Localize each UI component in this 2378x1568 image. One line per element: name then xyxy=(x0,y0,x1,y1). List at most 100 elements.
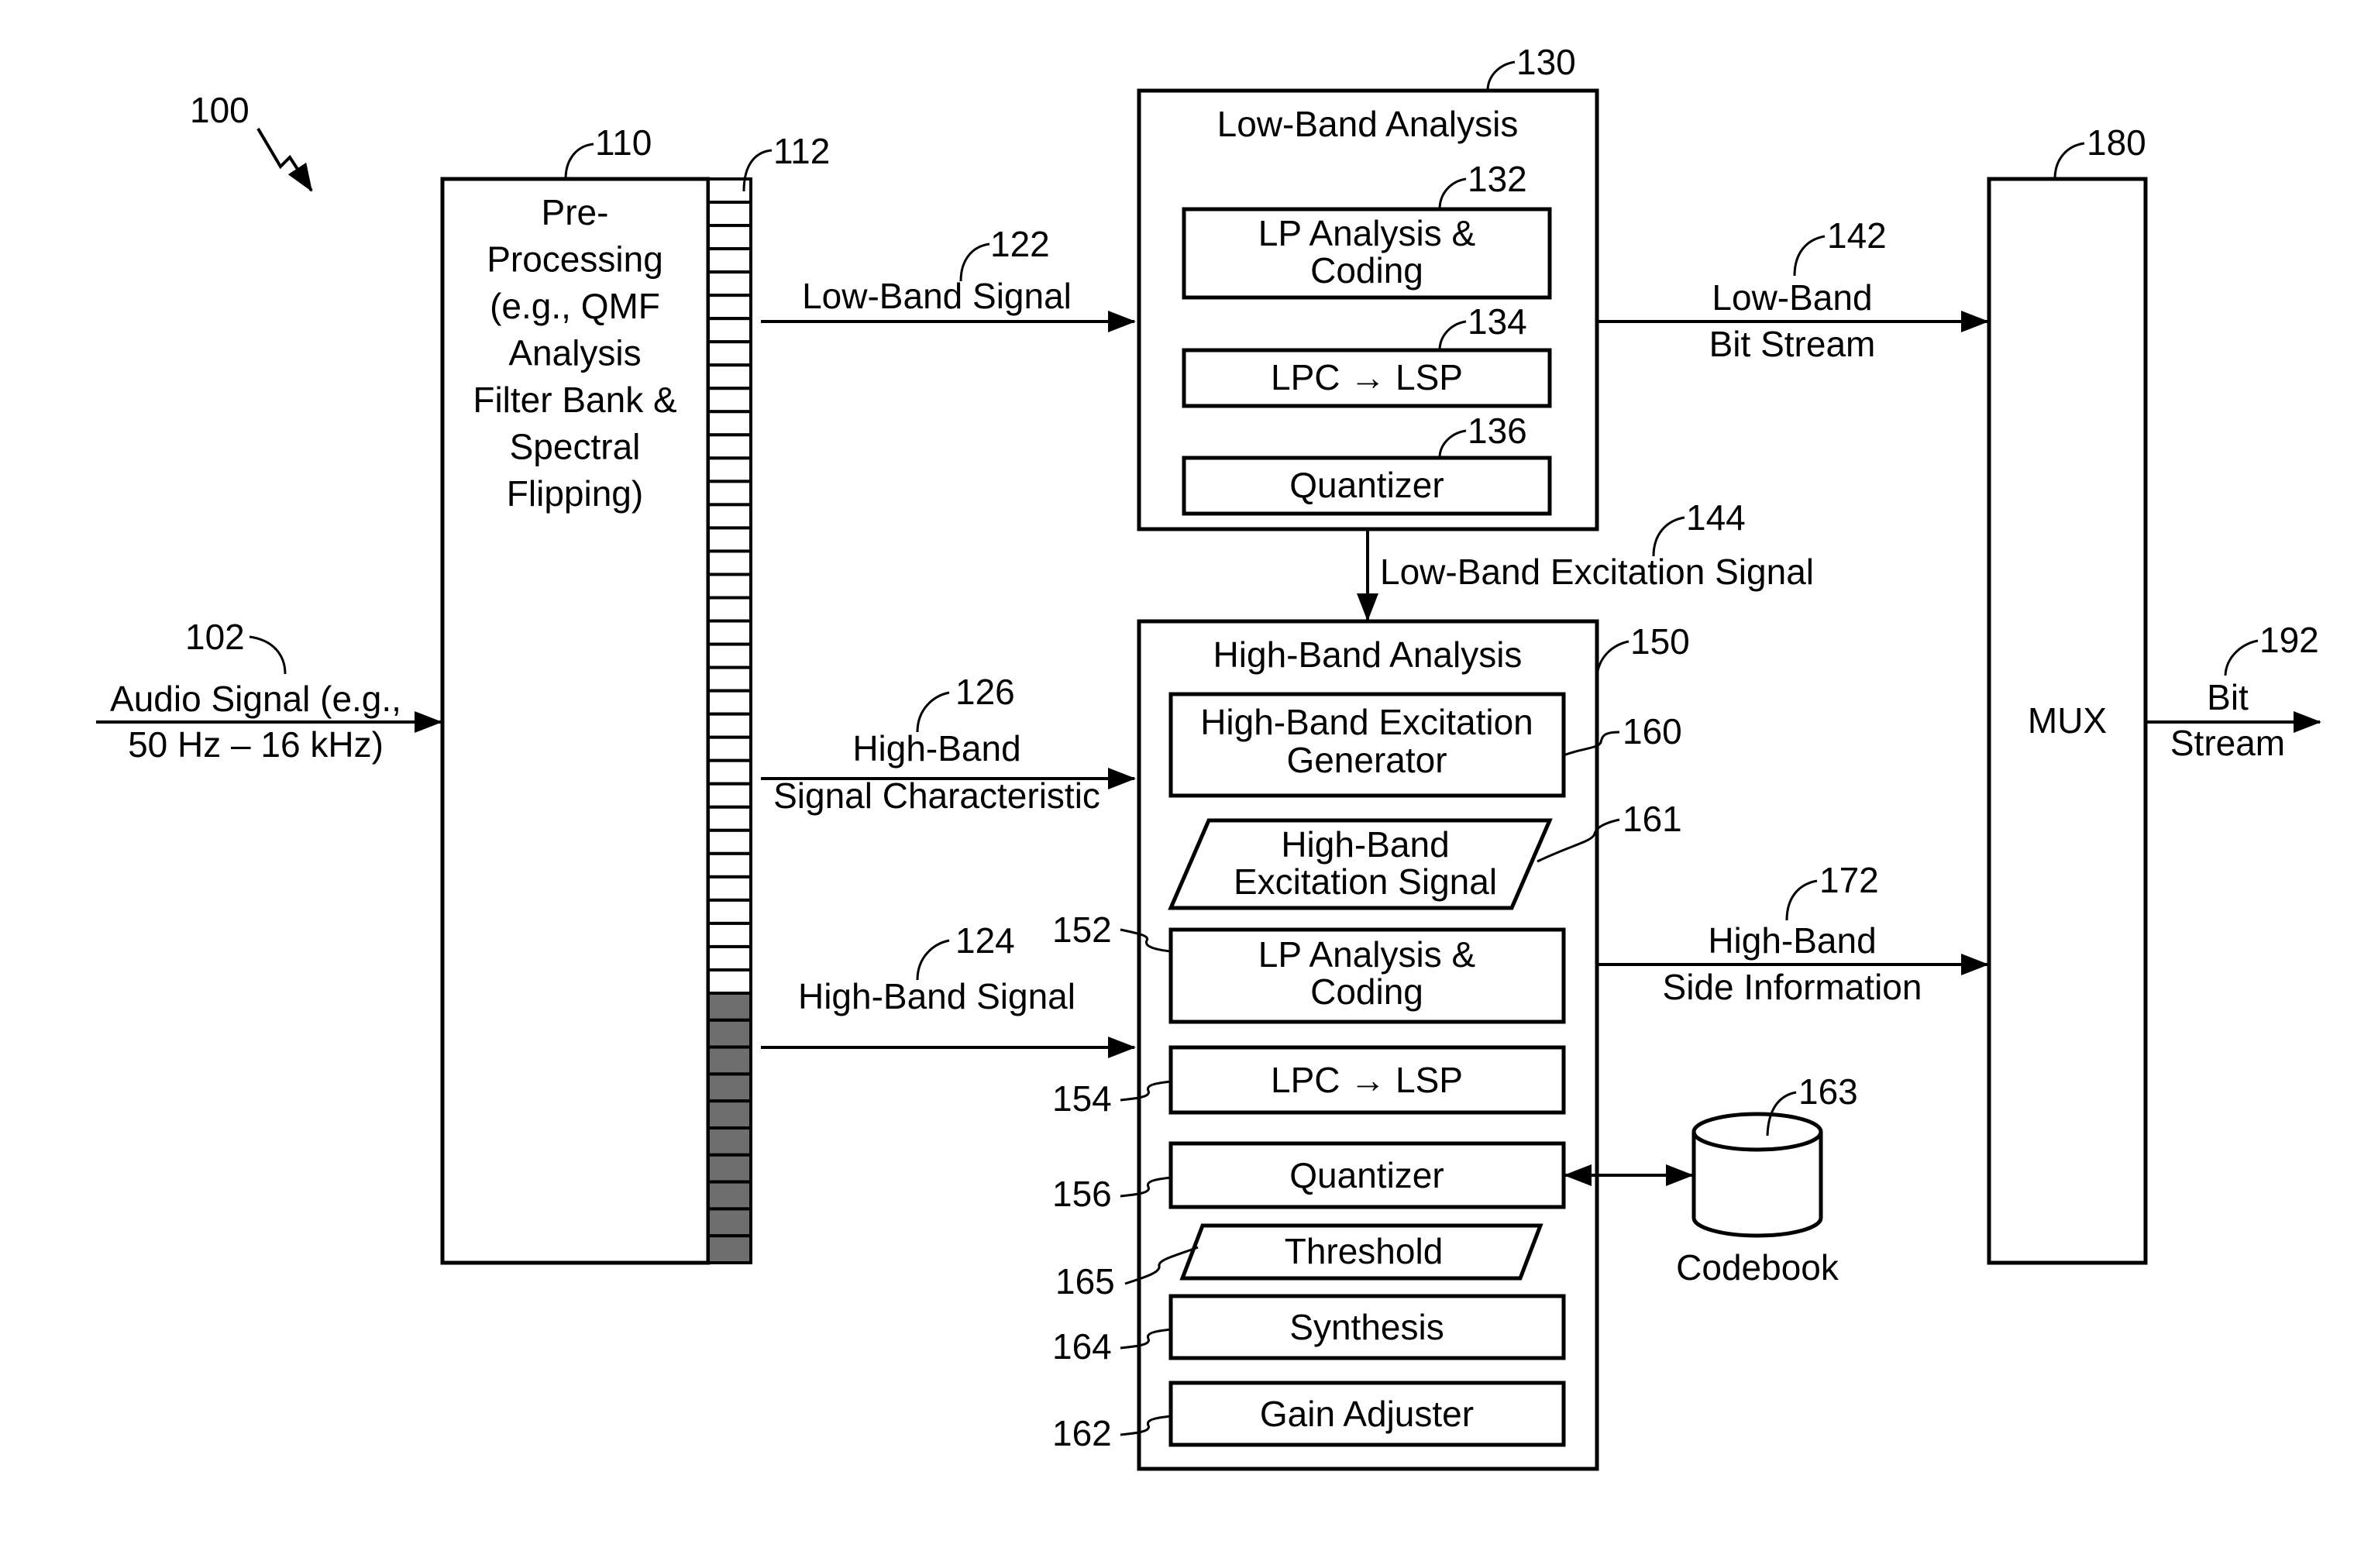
preprocessing-label-line: Filter Bank & xyxy=(473,380,676,420)
filter-bank-cell-low xyxy=(707,596,752,623)
preprocessing-label-line: Pre- xyxy=(542,192,609,232)
codebook[interactable]: Codebook 163 xyxy=(1676,1071,1858,1288)
hb-synthesis[interactable]: Synthesis 164 xyxy=(1052,1294,1566,1367)
low-band-analysis-title: Low-Band Analysis xyxy=(1217,104,1519,144)
filter-bank-cell-high xyxy=(707,1207,752,1238)
leader-192 xyxy=(2224,639,2259,676)
filter-bank-cell-high xyxy=(707,1072,752,1103)
high-band-analysis-title: High-Band Analysis xyxy=(1213,634,1523,675)
filter-bank-cell-low xyxy=(707,456,752,483)
leader-110 xyxy=(564,143,594,180)
hb-quantizer[interactable]: Quantizer 156 xyxy=(1052,1141,1566,1214)
filter-bank-cell-high xyxy=(707,1018,752,1049)
output-bit-stream: Bit Stream 192 xyxy=(2146,620,2321,763)
mux-label: MUX xyxy=(2028,700,2107,741)
hb-exc-signal-label-2: Excitation Signal xyxy=(1234,861,1497,902)
codebook-label: Codebook xyxy=(1676,1247,1839,1288)
hb-gain-adjuster-label: Gain Adjuster xyxy=(1260,1394,1474,1434)
ref-154: 154 xyxy=(1052,1078,1112,1119)
filter-bank-cell-low xyxy=(707,526,752,553)
filter-bank-cell-high xyxy=(707,1180,752,1211)
preprocessing-block[interactable]: 110 Pre- Processing (e.g., QMF Analysis Filt… xyxy=(440,122,711,1265)
filter-bank-cell-low xyxy=(707,689,752,716)
ref-102: 102 xyxy=(185,617,245,657)
filter-bank-cell-low xyxy=(707,758,752,786)
low-band-signal: Low-Band Signal 122 xyxy=(761,224,1136,332)
preprocessing-label-line: (e.g., QMF xyxy=(490,286,660,326)
leader-124 xyxy=(916,939,950,981)
lb-lp-label-2: Coding xyxy=(1310,250,1423,291)
ref-136: 136 xyxy=(1468,411,1527,451)
ref-124: 124 xyxy=(955,920,1015,961)
hb-lpc-lsp-label: LPC → LSP xyxy=(1271,1060,1463,1100)
high-band-analysis-block[interactable]: High-Band Analysis 150 High-Band Excitat… xyxy=(1052,619,1690,1471)
low-band-analysis-block[interactable]: Low-Band Analysis 130 LP Analysis & Codi… xyxy=(1137,42,1599,531)
zigzag-arrow-icon xyxy=(256,127,313,192)
ref-164: 164 xyxy=(1052,1326,1112,1367)
hb-lpc-to-lsp[interactable]: LPC → LSP 154 xyxy=(1052,1045,1566,1119)
filter-bank-cell-low xyxy=(707,665,752,693)
mux-block[interactable]: MUX 180 xyxy=(1987,122,2148,1265)
filter-bank-cell-low xyxy=(707,944,752,971)
ref-122: 122 xyxy=(990,224,1050,264)
leader-102 xyxy=(249,635,287,675)
hb-side-info-label-1: High-Band xyxy=(1708,920,1876,961)
lb-lp-label-1: LP Analysis & xyxy=(1258,213,1475,253)
ref-112: 112 xyxy=(773,131,830,171)
database-icon xyxy=(1691,1112,1823,1152)
ref-150: 150 xyxy=(1630,621,1690,662)
encoder-block-diagram: 100 102 Audio Signal (e.g., 50 Hz – 16 k… xyxy=(96,42,2321,1471)
hb-lp-label-1: LP Analysis & xyxy=(1258,934,1475,975)
ref-132: 132 xyxy=(1468,159,1527,199)
lb-quantizer-label: Quantizer xyxy=(1289,465,1444,505)
filter-bank-cell-low xyxy=(707,782,752,809)
filter-bank-cell-low xyxy=(707,294,752,321)
leader-180 xyxy=(2053,142,2085,180)
leader-142 xyxy=(1793,235,1826,277)
filter-bank-cell-low xyxy=(707,410,752,437)
lb-bitstream-label-2: Bit Stream xyxy=(1709,324,1876,364)
low-band-bit-stream: Low-Band Bit Stream 142 xyxy=(1597,215,1989,364)
filter-bank-cell-low xyxy=(707,642,752,669)
filter-bank-cell-low xyxy=(707,201,752,228)
lb-excitation-label: Low-Band Excitation Signal xyxy=(1380,552,1814,592)
ref-142: 142 xyxy=(1827,215,1887,256)
high-band-side-information: High-Band Side Information 172 xyxy=(1597,860,1989,1007)
preprocessing-label-line: Spectral xyxy=(510,427,641,467)
hb-threshold-label: Threshold xyxy=(1285,1231,1444,1271)
filter-bank-cell-high xyxy=(707,1099,752,1130)
filter-bank-cell-low xyxy=(707,898,752,925)
filter-bank-cell-low xyxy=(707,968,752,995)
lb-bitstream-label-1: Low-Band xyxy=(1712,277,1872,318)
bitstream-label-2: Stream xyxy=(2170,723,2285,763)
preprocessing-label-line: Processing xyxy=(487,239,663,280)
ref-160: 160 xyxy=(1623,711,1682,751)
high-band-signal-characteristic: High-Band Signal Characteristic 126 xyxy=(761,672,1136,816)
audio-signal-input: 102 Audio Signal (e.g., 50 Hz – 16 kHz) xyxy=(96,617,442,765)
filter-bank-cell-low xyxy=(707,503,752,530)
leader-130 xyxy=(1486,60,1516,91)
filter-bank-cell-low xyxy=(707,363,752,390)
audio-signal-label-1: Audio Signal (e.g., xyxy=(110,679,401,719)
hb-side-info-label-2: Side Information xyxy=(1663,967,1922,1007)
leader-150 xyxy=(1595,640,1629,679)
filter-bank-cell-low xyxy=(707,712,752,739)
ref-110: 110 xyxy=(595,122,652,163)
low-band-signal-label: Low-Band Signal xyxy=(802,276,1072,316)
ref-144: 144 xyxy=(1686,497,1746,538)
filter-bank-cell-low xyxy=(707,549,752,576)
ref-156: 156 xyxy=(1052,1174,1112,1214)
ref-130: 130 xyxy=(1516,42,1576,82)
ref-180: 180 xyxy=(2087,122,2146,163)
preprocessing-label-line: Flipping) xyxy=(507,473,643,514)
hb-exc-gen-label-1: High-Band Excitation xyxy=(1200,702,1533,742)
filter-bank-cell-low xyxy=(707,340,752,367)
filter-bank-cell-high xyxy=(707,1045,752,1076)
ref-165: 165 xyxy=(1055,1261,1115,1302)
hb-gain-adjuster[interactable]: Gain Adjuster 162 xyxy=(1052,1381,1566,1453)
hb-synthesis-label: Synthesis xyxy=(1289,1307,1444,1347)
filter-bank-cell-low xyxy=(707,828,752,855)
leader-126 xyxy=(916,691,950,733)
hb-excitation-generator[interactable]: High-Band Excitation Generator 160 xyxy=(1168,692,1682,798)
filter-bank-cell-high xyxy=(707,1234,752,1264)
